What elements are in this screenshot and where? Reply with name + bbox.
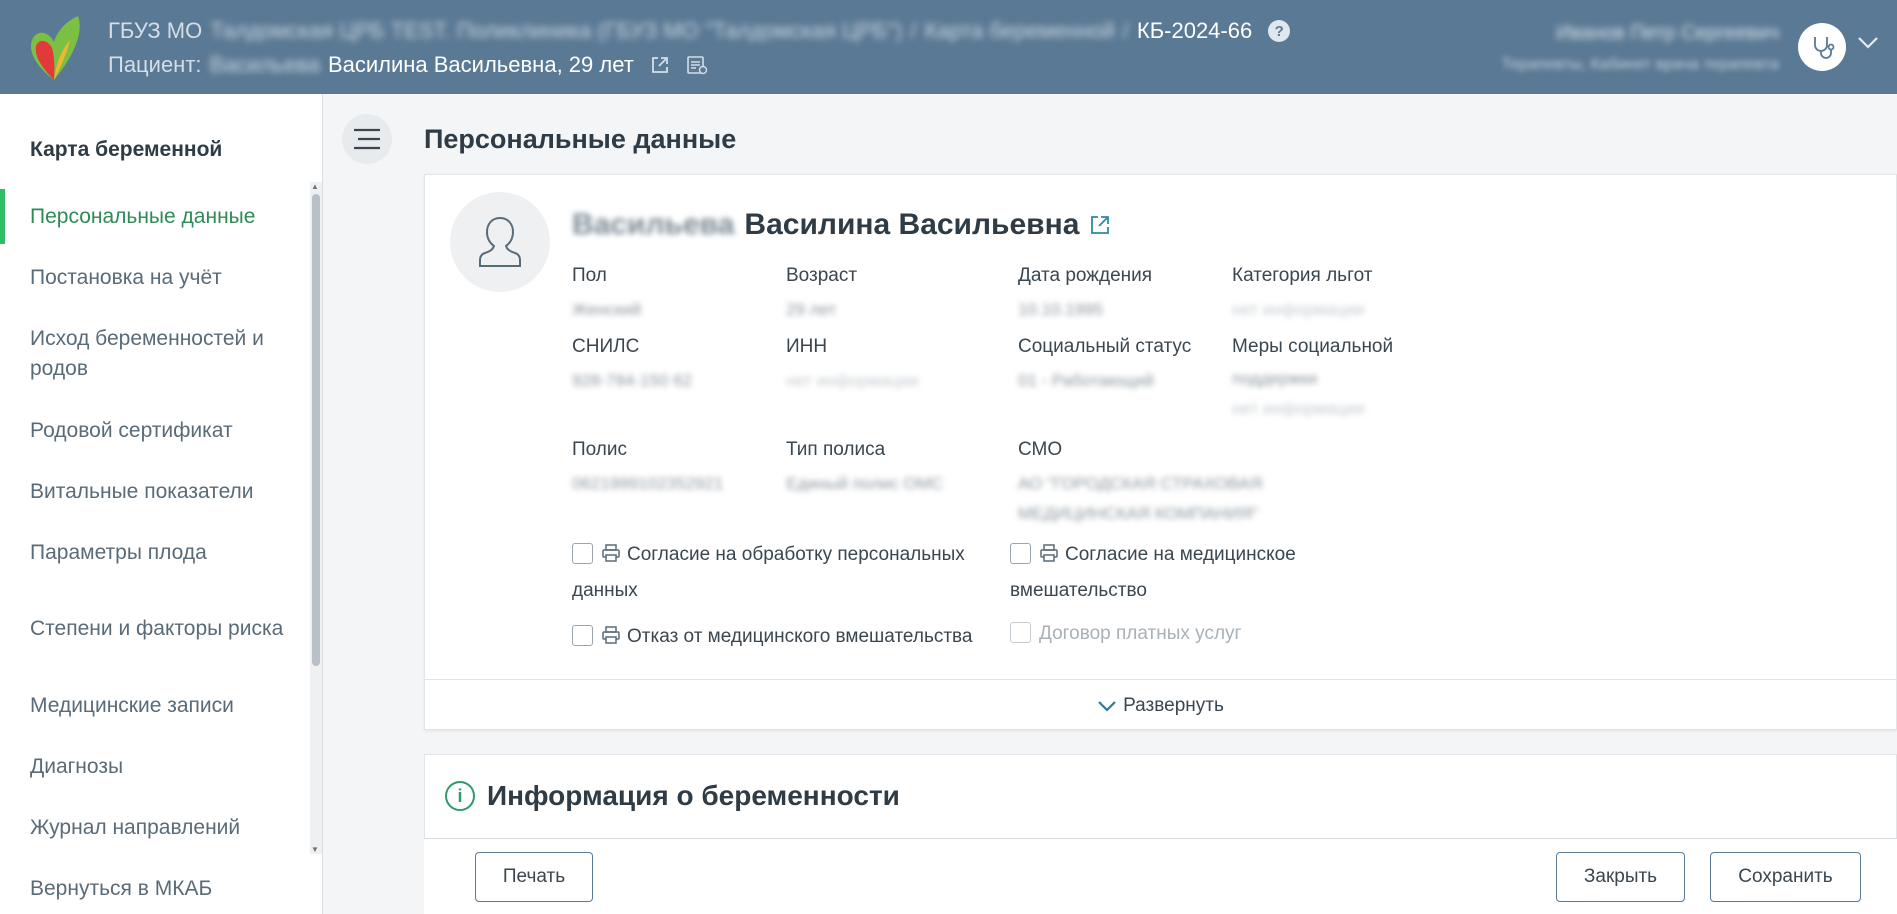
breadcrumb-section[interactable]: Карта беременной bbox=[925, 18, 1115, 44]
field-policy: Полис 0621999102352921 bbox=[572, 439, 724, 493]
sidebar-item-diagnoses[interactable]: Диагнозы bbox=[0, 736, 306, 797]
external-link-icon[interactable] bbox=[1089, 214, 1111, 236]
action-footer: Печать Закрыть Сохранить bbox=[424, 838, 1897, 914]
logo-icon bbox=[30, 16, 80, 80]
patient-name: Василина Васильевна, 29 лет bbox=[327, 52, 634, 77]
sidebar: Карта беременной Персональные данные Пос… bbox=[0, 94, 323, 914]
info-icon: i bbox=[445, 781, 475, 811]
field-gender: Пол Женский bbox=[572, 265, 642, 319]
consent-personal-data: Согласие на обработку персональных данных bbox=[572, 543, 965, 601]
consent-refusal: Отказ от медицинского вмешательства bbox=[572, 619, 973, 655]
card-number: КБ-2024-66 bbox=[1136, 18, 1253, 43]
sidebar-nav: Персональные данные Постановка на учёт И… bbox=[0, 186, 306, 914]
pregnancy-info-title: i Информация о беременности bbox=[445, 780, 900, 812]
printer-icon[interactable] bbox=[1039, 543, 1059, 563]
field-snils: СНИЛС 928-784-150 62 bbox=[572, 336, 693, 390]
menu-toggle-button[interactable] bbox=[342, 114, 392, 164]
field-social-status: Социальный статус 01 - Работающий bbox=[1018, 336, 1192, 390]
field-social-support: Меры социальной поддержки нет информации bbox=[1232, 336, 1394, 418]
sidebar-item-referrals[interactable]: Журнал направлений bbox=[0, 797, 306, 858]
sidebar-item-fetal-parameters[interactable]: Параметры плода bbox=[0, 522, 306, 583]
scrollbar-thumb[interactable] bbox=[312, 194, 320, 666]
sidebar-item-registration[interactable]: Постановка на учёт bbox=[0, 247, 306, 308]
stethoscope-icon bbox=[1814, 37, 1835, 59]
patient-surname: Васильева bbox=[209, 52, 320, 77]
header-patient: Пациент: Васильева Василина Васильевна, … bbox=[108, 52, 708, 78]
sidebar-item-personal-data[interactable]: Персональные данные bbox=[0, 186, 306, 247]
patient-given-names: Василина Васильевна bbox=[744, 208, 1080, 241]
field-age: Возраст 29 лет bbox=[786, 265, 858, 319]
help-icon[interactable]: ? bbox=[1268, 20, 1291, 42]
patient-surname: Васильева bbox=[572, 208, 735, 241]
patient-label: Пациент: bbox=[108, 52, 202, 77]
personal-data-card: Васильева Василина Васильевна Пол Женски… bbox=[424, 174, 1897, 730]
sidebar-item-back-to-mkab[interactable]: Вернуться в МКАБ bbox=[0, 858, 306, 914]
user-silhouette-icon bbox=[479, 216, 521, 267]
expand-button[interactable]: Развернуть bbox=[425, 679, 1896, 731]
field-benefits: Категория льгот нет информации bbox=[1232, 265, 1373, 319]
sidebar-item-vitals[interactable]: Витальные показатели bbox=[0, 461, 306, 522]
app-header: ГБУЗ МО Талдомская ЦРБ TEST. Поликлиника… bbox=[0, 0, 1897, 94]
external-link-icon[interactable] bbox=[650, 55, 670, 75]
breadcrumb-separator: / bbox=[1122, 18, 1129, 43]
chevron-down-icon[interactable] bbox=[1857, 36, 1879, 50]
field-smo: СМО АО "ГОРОДСКАЯ СТРАХОВАЯ МЕДИЦИНСКАЯ … bbox=[1018, 439, 1263, 523]
user-role: Терапевты, Кабинет врача терапевта bbox=[1501, 56, 1779, 73]
medical-record-icon[interactable] bbox=[686, 54, 708, 76]
print-button[interactable]: Печать bbox=[475, 852, 593, 902]
user-name: Иванов Петр Сергеевич bbox=[1556, 22, 1779, 44]
patient-avatar bbox=[450, 192, 550, 292]
org-name: ГБУЗ МО bbox=[108, 18, 203, 43]
sidebar-scrollbar[interactable]: ▲ ▼ bbox=[310, 182, 322, 854]
user-avatar[interactable] bbox=[1798, 23, 1846, 71]
patient-full-name: Васильева Василина Васильевна bbox=[572, 208, 1111, 242]
chevron-down-icon bbox=[1098, 700, 1116, 712]
field-policy-type: Тип полиса Единый полис ОМС bbox=[786, 439, 944, 493]
paid-contract-checkbox[interactable] bbox=[1010, 622, 1031, 643]
sidebar-item-pregnancy-outcomes[interactable]: Исход беременностей и родов bbox=[0, 308, 306, 400]
consent-refusal-checkbox[interactable] bbox=[572, 625, 593, 646]
consent-personal-data-checkbox[interactable] bbox=[572, 543, 593, 564]
hamburger-icon bbox=[354, 128, 380, 150]
scroll-down-icon[interactable]: ▼ bbox=[311, 845, 319, 854]
close-button[interactable]: Закрыть bbox=[1556, 852, 1685, 902]
consent-paid-contract: Договор платных услуг bbox=[1010, 616, 1241, 652]
scroll-up-icon[interactable]: ▲ bbox=[311, 182, 319, 191]
consent-medical-checkbox[interactable] bbox=[1010, 543, 1031, 564]
field-birth-date: Дата рождения 10.10.1995 bbox=[1018, 265, 1153, 319]
page-title: Персональные данные bbox=[424, 124, 737, 154]
printer-icon[interactable] bbox=[601, 543, 621, 563]
breadcrumb-separator: / bbox=[910, 18, 917, 43]
sidebar-item-risk-factors[interactable]: Степени и факторы риска bbox=[0, 583, 306, 675]
printer-icon[interactable] bbox=[601, 625, 621, 645]
sidebar-item-medical-records[interactable]: Медицинские записи bbox=[0, 675, 306, 736]
field-inn: ИНН нет информации bbox=[786, 336, 919, 390]
org-detail: Талдомская ЦРБ TEST. Поликлиника (ГБУЗ М… bbox=[210, 18, 903, 43]
save-button[interactable]: Сохранить bbox=[1710, 852, 1861, 902]
sidebar-title: Карта беременной bbox=[30, 138, 223, 161]
consent-medical: Согласие на медицинское вмешательство bbox=[1010, 543, 1296, 601]
sidebar-item-birth-certificate[interactable]: Родовой сертификат bbox=[0, 400, 306, 461]
header-breadcrumb: ГБУЗ МО Талдомская ЦРБ TEST. Поликлиника… bbox=[108, 18, 1291, 44]
